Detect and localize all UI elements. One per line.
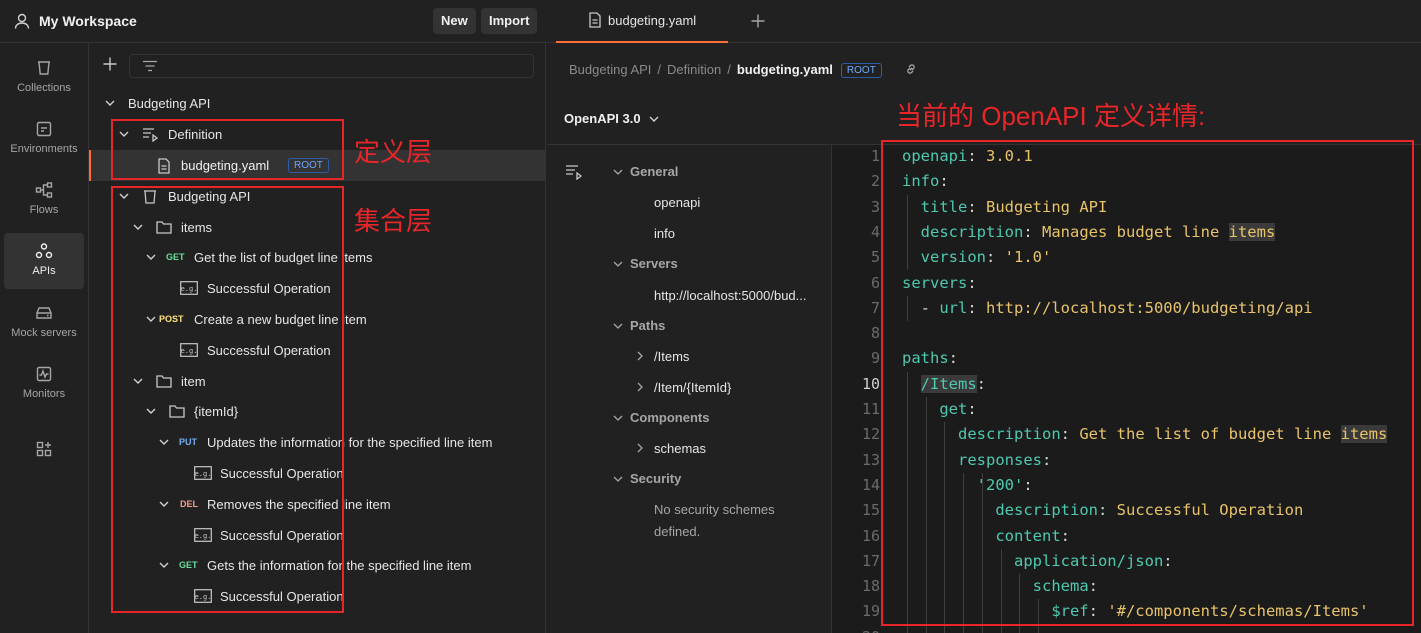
outline-item-openapi[interactable]: openapi — [654, 195, 700, 210]
monitors-icon — [36, 366, 52, 382]
outline-item-server-url[interactable]: http://localhost:5000/bud... — [654, 288, 807, 303]
annotation-box-details — [881, 140, 1414, 626]
outline-components[interactable]: Components — [613, 410, 709, 425]
import-button[interactable]: Import — [481, 8, 538, 34]
outline-security[interactable]: Security — [613, 471, 681, 486]
breadcrumb: Budgeting API / Definition / budgeting.yaml R… — [569, 62, 918, 78]
chevron-down-icon[interactable] — [105, 99, 115, 107]
line-number: 18 — [861, 577, 880, 596]
chevron-down-icon — [613, 169, 623, 175]
rail-item-flows[interactable]: Flows — [4, 172, 84, 228]
line-number: 4 — [870, 222, 880, 241]
outline-paths[interactable]: Paths — [613, 318, 665, 333]
line-number: 12 — [861, 425, 880, 444]
rail-label: Environments — [10, 143, 78, 155]
line-number: 8 — [870, 324, 880, 343]
line-number: 20 — [832, 625, 880, 633]
workspace-title[interactable]: My Workspace — [39, 13, 137, 29]
collections-icon — [38, 61, 50, 75]
chevron-down-icon — [613, 415, 623, 421]
annotation-definition-layer: 定义层 — [354, 137, 433, 167]
new-button[interactable]: New — [433, 8, 476, 34]
chevron-right-icon — [637, 351, 643, 361]
line-number: 1 — [870, 147, 880, 165]
outline-item-items-path[interactable]: /Items — [637, 349, 689, 364]
spec-version-label: OpenAPI 3.0 — [564, 111, 641, 126]
new-tab-icon[interactable] — [750, 13, 766, 29]
breadcrumb-api[interactable]: Budgeting API — [569, 62, 651, 77]
plus-icon[interactable] — [102, 56, 118, 72]
tab-budgeting-yaml[interactable]: budgeting.yaml — [556, 0, 728, 43]
breadcrumb-definition[interactable]: Definition — [667, 62, 721, 77]
annotation-box-collection — [111, 186, 344, 613]
left-nav-rail: Collections Environments Flows APIs Mock… — [0, 0, 89, 633]
rail-label: Monitors — [22, 388, 66, 400]
chevron-down-icon — [649, 116, 659, 122]
outline-item-schemas[interactable]: schemas — [637, 441, 706, 456]
tab-bar: budgeting.yaml — [547, 0, 1421, 43]
outline-servers[interactable]: Servers — [613, 256, 678, 271]
breadcrumb-file: budgeting.yaml — [736, 62, 833, 77]
annotation-details: 当前的 OpenAPI 定义详情: — [896, 101, 1206, 131]
tree-api-budgeting[interactable]: Budgeting API — [89, 88, 546, 119]
user-icon — [14, 13, 30, 29]
rail-item-apis[interactable]: APIs — [4, 233, 84, 289]
rail-label: Collections — [17, 82, 71, 94]
line-number: 6 — [870, 273, 880, 292]
line-number: 10 — [861, 374, 880, 393]
rail-item-mock-servers[interactable]: Mock servers — [4, 295, 84, 351]
rail-label: APIs — [32, 265, 56, 277]
rail-label: Flows — [29, 204, 59, 216]
line-number: 17 — [861, 551, 880, 570]
mock-servers-icon — [36, 307, 52, 319]
add-apps-icon — [36, 441, 52, 457]
spec-version-select[interactable]: OpenAPI 3.0 — [564, 111, 659, 126]
environments-icon — [36, 121, 52, 137]
chevron-right-icon — [637, 382, 643, 392]
flows-icon — [35, 182, 53, 198]
rail-item-collections[interactable]: Collections — [4, 50, 84, 106]
root-badge: ROOT — [840, 63, 882, 78]
line-number: 19 — [861, 602, 880, 621]
annotation-collection-layer: 集合层 — [354, 206, 433, 236]
rail-item-environments[interactable]: Environments — [4, 111, 84, 167]
chevron-down-icon — [613, 476, 623, 482]
tree-label: Budgeting API — [128, 96, 211, 111]
outline-general[interactable]: General — [613, 164, 678, 179]
workspace-header: My Workspace New Import — [0, 0, 546, 43]
apis-icon — [35, 243, 53, 259]
line-number: 15 — [861, 501, 880, 520]
line-number: 14 — [861, 475, 880, 494]
file-icon — [589, 12, 601, 28]
line-number: 5 — [870, 248, 880, 267]
line-number: 2 — [870, 172, 880, 191]
rail-item-monitors[interactable]: Monitors — [4, 356, 84, 412]
link-icon[interactable] — [904, 62, 918, 76]
filter-icon — [143, 60, 157, 72]
chevron-down-icon — [613, 323, 623, 329]
line-number: 13 — [861, 450, 880, 469]
line-number: 11 — [861, 400, 880, 418]
sidebar-toolbar — [89, 43, 546, 87]
outline-item-item-path[interactable]: /Item/{ItemId} — [637, 380, 731, 395]
chevron-right-icon — [637, 443, 643, 453]
tab-label: budgeting.yaml — [608, 13, 697, 28]
outline-icon[interactable] — [565, 164, 583, 180]
line-number: 3 — [870, 197, 880, 216]
line-number: 7 — [870, 298, 880, 317]
rail-item-configure[interactable] — [4, 431, 84, 471]
line-number: 9 — [870, 349, 880, 368]
outline-item-info[interactable]: info — [654, 226, 675, 241]
annotation-box-definition — [111, 119, 344, 180]
chevron-down-icon — [613, 261, 623, 267]
line-number: 16 — [861, 526, 880, 545]
rail-label: Mock servers — [11, 327, 77, 339]
filter-input[interactable] — [129, 54, 534, 78]
outline-security-empty: No security schemes defined. — [654, 502, 775, 539]
